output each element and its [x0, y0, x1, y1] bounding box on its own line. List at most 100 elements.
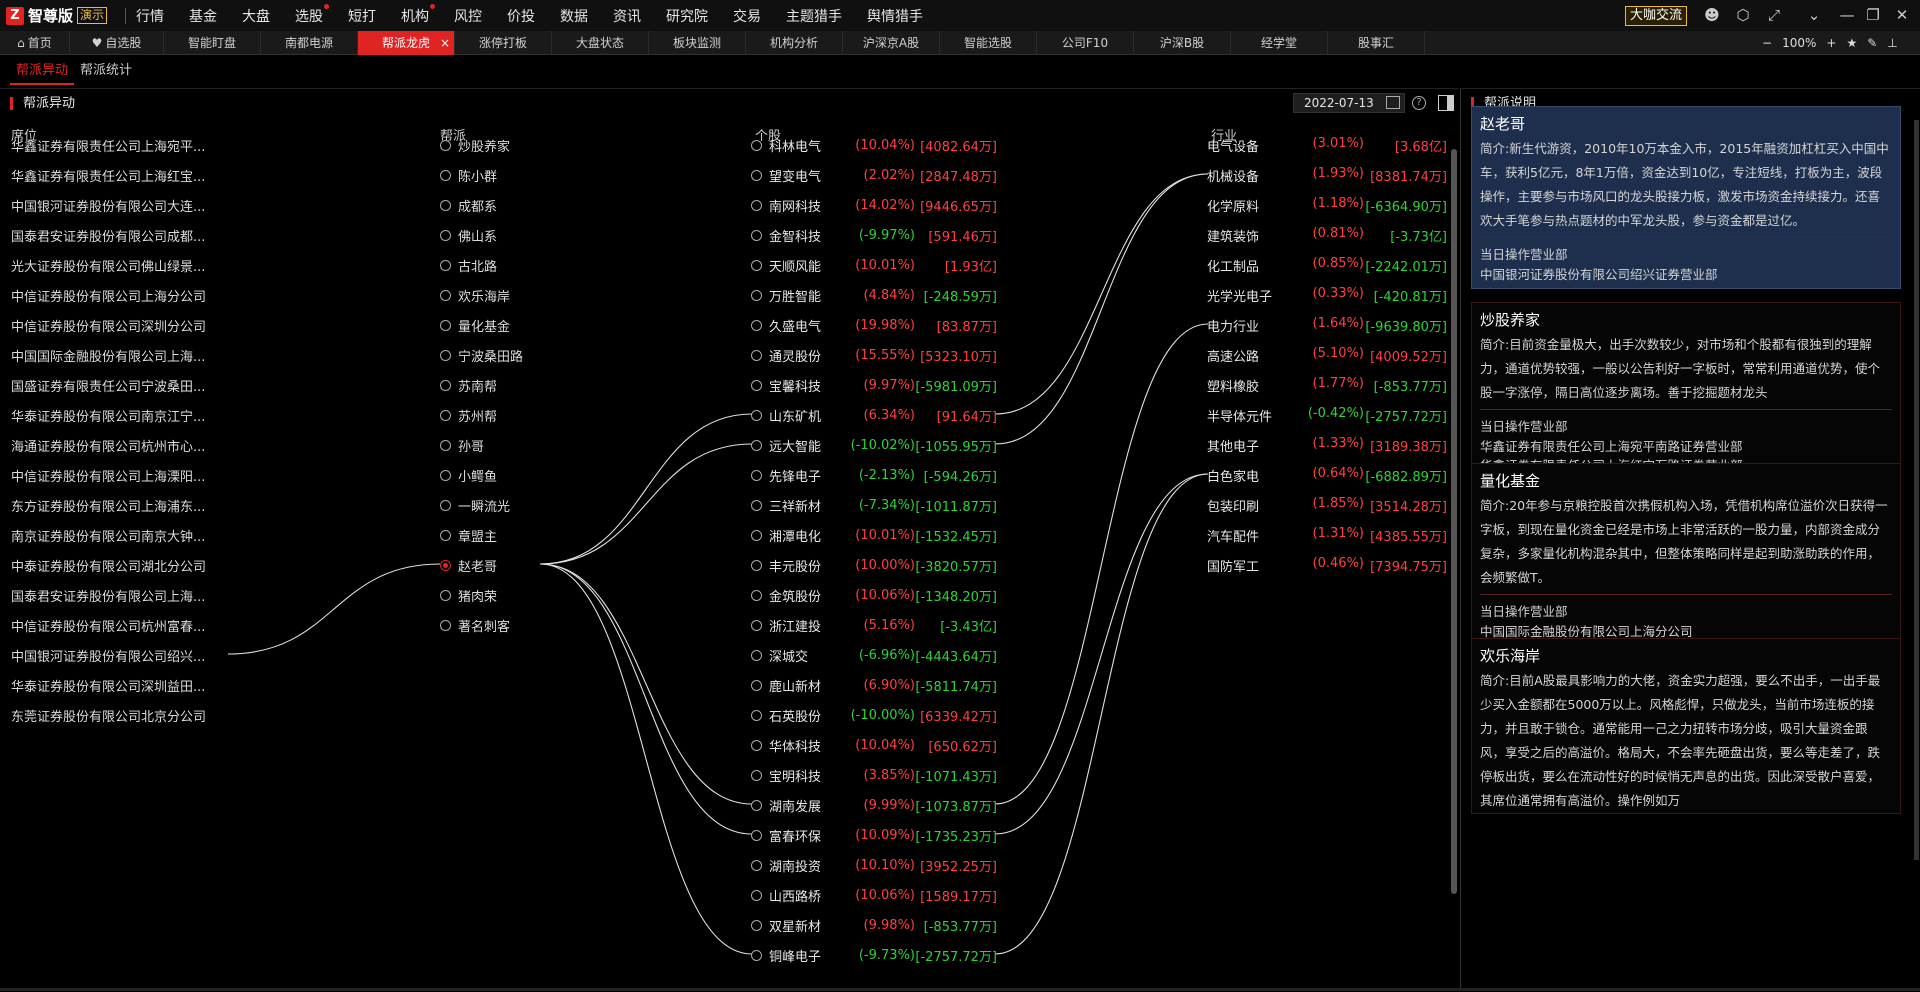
menu-item-12[interactable]: 主题猎手 — [786, 6, 842, 26]
seat-row[interactable]: 海通证券股份有限公司杭州市心... — [11, 436, 221, 455]
seat-row[interactable]: 华鑫证券有限责任公司上海宛平... — [11, 136, 221, 155]
tab-13[interactable]: 经学堂 — [1231, 31, 1328, 55]
stock-row[interactable]: 双星新材 (9.98%) [-853.77万] — [751, 916, 997, 935]
menu-item-8[interactable]: 数据 — [560, 6, 588, 26]
stock-row[interactable]: 丰元股份 (10.00%) [-3820.57万] — [751, 556, 997, 575]
seat-row[interactable]: 中国国际金融股份有限公司上海... — [11, 346, 221, 365]
gang-row[interactable]: 赵老哥 — [440, 556, 497, 575]
stock-row[interactable]: 湘潭电化 (10.01%) [-1532.45万] — [751, 526, 997, 545]
star-icon[interactable]: ★ — [1846, 36, 1857, 50]
industry-row[interactable]: 电力行业 (1.64%) [-9639.80万] — [1207, 316, 1447, 335]
zoom-out-button[interactable]: − — [1762, 36, 1772, 50]
tab-1[interactable]: ♥ 自选股 — [70, 31, 164, 55]
stock-radio[interactable] — [751, 170, 762, 181]
stock-row[interactable]: 金筑股份 (10.06%) [-1348.20万] — [751, 586, 997, 605]
seat-row[interactable]: 中信证券股份有限公司上海分公司 — [11, 286, 221, 305]
stock-radio[interactable] — [751, 200, 762, 211]
close-icon[interactable]: ✕ — [1893, 6, 1911, 24]
stock-radio[interactable] — [751, 320, 762, 331]
gang-radio[interactable] — [440, 410, 451, 421]
gang-radio[interactable] — [440, 380, 451, 391]
stock-row[interactable]: 深城交 (-6.96%) [-4443.64万] — [751, 646, 997, 665]
pin-icon[interactable]: ⊥ — [1887, 36, 1897, 50]
industry-row[interactable]: 其他电子 (1.33%) [3189.38万] — [1207, 436, 1447, 455]
gang-radio[interactable] — [440, 170, 451, 181]
gang-row[interactable]: 成都系 — [440, 196, 497, 215]
gang-row[interactable]: 欢乐海岸 — [440, 286, 510, 305]
gang-card[interactable]: 欢乐海岸 简介:目前A股最具影响力的大佬，资金实力超强，要么不出手，一出手最少买入… — [1471, 638, 1901, 814]
stock-row[interactable]: 宝馨科技 (9.97%) [-5981.09万] — [751, 376, 997, 395]
stock-radio[interactable] — [751, 410, 762, 421]
stock-radio[interactable] — [751, 680, 762, 691]
industry-row[interactable]: 国防军工 (0.46%) [7394.75万] — [1207, 556, 1447, 575]
stock-row[interactable]: 南网科技 (14.02%) [9446.65万] — [751, 196, 997, 215]
seat-row[interactable]: 国泰君安证券股份有限公司上海... — [11, 586, 221, 605]
stock-row[interactable]: 湖南投资 (10.10%) [3952.25万] — [751, 856, 997, 875]
seat-row[interactable]: 华泰证券股份有限公司南京江宁... — [11, 406, 221, 425]
gang-radio[interactable] — [440, 620, 451, 631]
industry-row[interactable]: 光学光电子 (0.33%) [-420.81万] — [1207, 286, 1447, 305]
settings-icon[interactable]: ⬡ — [1734, 6, 1752, 24]
stock-row[interactable]: 山西路桥 (10.06%) [1589.17万] — [751, 886, 997, 905]
stock-radio[interactable] — [751, 590, 762, 601]
menu-item-0[interactable]: 行情 — [136, 6, 164, 26]
seat-row[interactable]: 华鑫证券有限责任公司上海红宝... — [11, 166, 221, 185]
stock-row[interactable]: 久盛电气 (19.98%) [83.87万] — [751, 316, 997, 335]
tab-10[interactable]: 智能选股 — [940, 31, 1037, 55]
stock-radio[interactable] — [751, 740, 762, 751]
seat-row[interactable]: 中泰证券股份有限公司湖北分公司 — [11, 556, 221, 575]
gang-radio[interactable] — [440, 530, 451, 541]
gang-row[interactable]: 宁波桑田路 — [440, 346, 523, 365]
stock-radio[interactable] — [751, 500, 762, 511]
stock-radio[interactable] — [751, 560, 762, 571]
daka-exchange-button[interactable]: 大咖交流 — [1625, 6, 1688, 26]
tab-6[interactable]: 大盘状态 — [552, 31, 649, 55]
stock-row[interactable]: 望变电气 (2.02%) [2847.48万] — [751, 166, 997, 185]
seat-row[interactable]: 华泰证券股份有限公司深圳益田... — [11, 676, 221, 695]
gang-radio[interactable] — [440, 500, 451, 511]
gang-radio[interactable] — [440, 260, 451, 271]
stock-radio[interactable] — [751, 710, 762, 721]
stock-row[interactable]: 金智科技 (-9.97%) [591.46万] — [751, 226, 997, 245]
stock-radio[interactable] — [751, 620, 762, 631]
subtab-1[interactable]: 帮派统计 — [74, 59, 138, 85]
industry-row[interactable]: 建筑装饰 (0.81%) [-3.73亿] — [1207, 226, 1447, 245]
stock-radio[interactable] — [751, 440, 762, 451]
gang-row[interactable]: 著名刺客 — [440, 616, 510, 635]
industry-row[interactable]: 塑料橡胶 (1.77%) [-853.77万] — [1207, 376, 1447, 395]
tab-0[interactable]: ⌂ 首页 — [0, 31, 70, 55]
stock-radio[interactable] — [751, 290, 762, 301]
gang-radio[interactable] — [440, 230, 451, 241]
stock-radio[interactable] — [751, 350, 762, 361]
menu-item-11[interactable]: 交易 — [733, 6, 761, 26]
tab-9[interactable]: 沪深京A股 — [843, 31, 940, 55]
seat-row[interactable]: 中信证券股份有限公司深圳分公司 — [11, 316, 221, 335]
stock-row[interactable]: 宝明科技 (3.85%) [-1071.43万] — [751, 766, 997, 785]
gang-radio[interactable] — [440, 350, 451, 361]
industry-row[interactable]: 化工制品 (0.85%) [-2242.01万] — [1207, 256, 1447, 275]
gang-radio[interactable] — [440, 560, 451, 571]
stock-radio[interactable] — [751, 890, 762, 901]
tab-2[interactable]: 智能盯盘 — [164, 31, 261, 55]
industry-row[interactable]: 高速公路 (5.10%) [4009.52万] — [1207, 346, 1447, 365]
menu-item-9[interactable]: 资讯 — [613, 6, 641, 26]
seat-row[interactable]: 东莞证券股份有限公司北京分公司 — [11, 706, 221, 725]
gang-row[interactable]: 炒股养家 — [440, 136, 510, 155]
gang-row[interactable]: 佛山系 — [440, 226, 497, 245]
gang-row[interactable]: 古北路 — [440, 256, 497, 275]
seat-row[interactable]: 东方证券股份有限公司上海浦东... — [11, 496, 221, 515]
stock-radio[interactable] — [751, 800, 762, 811]
menu-item-1[interactable]: 基金 — [189, 6, 217, 26]
stock-row[interactable]: 三祥新材 (-7.34%) [-1011.87万] — [751, 496, 997, 515]
stock-row[interactable]: 富春环保 (10.09%) [-1735.23万] — [751, 826, 997, 845]
stock-row[interactable]: 万胜智能 (4.84%) [-248.59万] — [751, 286, 997, 305]
subtab-0[interactable]: 帮派异动 — [10, 59, 75, 85]
seat-row[interactable]: 国泰君安证券股份有限公司成都... — [11, 226, 221, 245]
tab-11[interactable]: 公司F10 — [1037, 31, 1134, 55]
stock-row[interactable]: 浙江建投 (5.16%) [-3.43亿] — [751, 616, 997, 635]
minimize-icon[interactable]: — — [1838, 6, 1856, 24]
stock-row[interactable]: 天顺风能 (10.01%) [1.93亿] — [751, 256, 997, 275]
gang-radio[interactable] — [440, 290, 451, 301]
gang-radio[interactable] — [440, 140, 451, 151]
gang-row[interactable]: 陈小群 — [440, 166, 497, 185]
